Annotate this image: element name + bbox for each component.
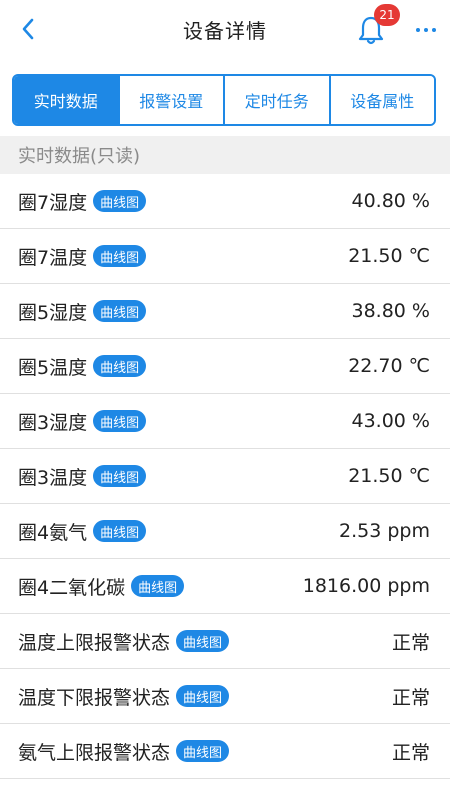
item-value: 43.00 % <box>351 410 431 432</box>
item-name: 圈7湿度 <box>18 191 88 214</box>
item-value: 正常 <box>391 631 430 654</box>
item-name: 圈4二氧化碳 <box>18 576 126 599</box>
list-item: 圈3湿度 曲线图 43.00 % <box>0 394 450 449</box>
curve-chart-button[interactable]: 曲线图 <box>131 575 185 597</box>
tab-bar: 实时数据 报警设置 定时任务 设备属性 <box>12 74 436 126</box>
curve-chart-button[interactable]: 曲线图 <box>93 245 147 267</box>
item-value: 38.80 % <box>351 300 431 322</box>
curve-chart-button[interactable]: 曲线图 <box>93 520 147 542</box>
curve-chart-button[interactable]: 曲线图 <box>93 300 147 322</box>
item-value: 40.80 % <box>351 190 431 212</box>
item-value: 21.50 ℃ <box>348 245 430 267</box>
curve-chart-button[interactable]: 曲线图 <box>93 465 147 487</box>
tab-realtime-data[interactable]: 实时数据 <box>14 76 118 124</box>
header-bar: 设备详情 21 <box>0 0 450 58</box>
list-item: 圈7温度 曲线图 21.50 ℃ <box>0 229 450 284</box>
list-item: 圈5温度 曲线图 22.70 ℃ <box>0 339 450 394</box>
curve-chart-button[interactable]: 曲线图 <box>176 630 230 652</box>
list-item: 温度上限报警状态 曲线图 正常 <box>0 614 450 669</box>
tab-bar-container: 实时数据 报警设置 定时任务 设备属性 <box>0 58 450 136</box>
back-button[interactable] <box>16 17 40 41</box>
data-list: 圈7湿度 曲线图 40.80 % 圈7温度 曲线图 21.50 ℃ 圈5湿度 曲… <box>0 174 450 779</box>
page-title: 设备详情 <box>183 18 267 43</box>
curve-chart-button[interactable]: 曲线图 <box>176 740 230 762</box>
more-options-button[interactable] <box>416 26 436 34</box>
item-name: 氨气上限报警状态 <box>18 741 171 764</box>
curve-chart-button[interactable]: 曲线图 <box>93 190 147 212</box>
list-item: 圈4氨气 曲线图 2.53 ppm <box>0 504 450 559</box>
item-name: 圈7温度 <box>18 246 88 269</box>
tab-device-properties[interactable]: 设备属性 <box>328 76 434 124</box>
curve-chart-button[interactable]: 曲线图 <box>176 685 230 707</box>
item-name: 圈3温度 <box>18 466 88 489</box>
section-header: 实时数据(只读) <box>0 136 450 174</box>
item-value: 正常 <box>391 741 430 764</box>
item-value: 22.70 ℃ <box>348 355 430 377</box>
item-value: 1816.00 ppm <box>302 575 430 597</box>
item-name: 温度下限报警状态 <box>18 686 171 709</box>
list-item: 圈7湿度 曲线图 40.80 % <box>0 174 450 229</box>
item-name: 圈4氨气 <box>18 521 88 544</box>
list-item: 圈4二氧化碳 曲线图 1816.00 ppm <box>0 559 450 614</box>
tab-scheduled-tasks[interactable]: 定时任务 <box>223 76 329 124</box>
item-name: 圈5温度 <box>18 356 88 379</box>
chevron-left-icon <box>22 18 34 40</box>
item-name: 温度上限报警状态 <box>18 631 171 654</box>
list-item: 温度下限报警状态 曲线图 正常 <box>0 669 450 724</box>
item-value: 正常 <box>391 686 430 709</box>
item-value: 21.50 ℃ <box>348 465 430 487</box>
curve-chart-button[interactable]: 曲线图 <box>93 410 147 432</box>
tab-alarm-settings[interactable]: 报警设置 <box>117 76 223 124</box>
more-dots-icon <box>416 28 420 32</box>
curve-chart-button[interactable]: 曲线图 <box>93 355 147 377</box>
list-item: 圈3温度 曲线图 21.50 ℃ <box>0 449 450 504</box>
item-name: 圈5湿度 <box>18 301 88 324</box>
list-item: 氨气上限报警状态 曲线图 正常 <box>0 724 450 779</box>
item-name: 圈3湿度 <box>18 411 88 434</box>
item-value: 2.53 ppm <box>339 520 430 542</box>
list-item: 圈5湿度 曲线图 38.80 % <box>0 284 450 339</box>
notification-count-badge: 21 <box>374 4 400 26</box>
